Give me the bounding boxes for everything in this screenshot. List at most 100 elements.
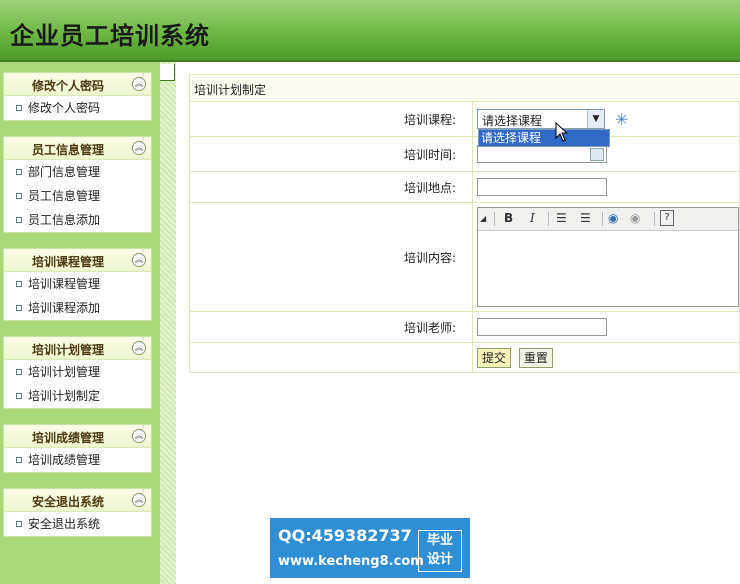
ordered-list-icon[interactable]: ☰ [556, 211, 567, 225]
page-title: 培训计划制定 [194, 83, 267, 97]
watermark-banner: QQ:459382737 www.kecheng8.com 毕业 设计 [270, 518, 470, 578]
course-cell: 请选择课程 ▼ 请选择课程 ✳ [472, 101, 740, 147]
collapse-icon[interactable]: ︽ [132, 493, 146, 507]
collapse-icon[interactable]: ︽ [132, 77, 146, 91]
calendar-icon[interactable] [590, 148, 604, 161]
sidebar-item-course-manage[interactable]: 培训课程管理 [4, 272, 151, 296]
panel-header[interactable]: 培训课程管理 ︽ [4, 249, 151, 272]
chevron-down-icon[interactable]: ▼ [587, 110, 604, 128]
sidebar-item-logout[interactable]: 安全退出系统 [4, 512, 151, 536]
bullet-icon [16, 305, 22, 311]
editor-toolbar: ◢ B I ☰ ☰ ◉ ◉ ? [478, 208, 738, 231]
toolbar-separator [602, 212, 603, 226]
panel-title: 培训计划管理 [31, 343, 104, 357]
sidebar-item-label: 培训计划制定 [28, 389, 101, 403]
insert-link-icon[interactable]: ◉ [608, 211, 618, 225]
content-editor[interactable]: ◢ B I ☰ ☰ ◉ ◉ ? [477, 207, 739, 307]
help-icon[interactable]: ? [660, 210, 674, 226]
sidebar-item-label: 培训成绩管理 [28, 453, 101, 467]
teacher-label: 培训老师: [189, 311, 473, 343]
mouse-cursor-icon [555, 122, 569, 142]
sidebar-panel-courses: 培训课程管理 ︽ 培训课程管理 培训课程添加 [3, 248, 152, 321]
course-label: 培训课程: [189, 101, 473, 137]
italic-icon[interactable]: I [530, 211, 535, 225]
sidebar-item-label: 员工信息添加 [28, 213, 101, 227]
form-row-time: 培训时间: [189, 136, 740, 172]
bullet-icon [16, 105, 22, 111]
time-label: 培训时间: [189, 136, 473, 172]
sidebar-item-plan-create[interactable]: 培训计划制定 [4, 384, 151, 408]
bullet-icon [16, 217, 22, 223]
reset-button[interactable]: 重置 [518, 347, 553, 368]
editor-body[interactable] [478, 231, 738, 239]
sidebar-item-employee-manage[interactable]: 员工信息管理 [4, 184, 151, 208]
teacher-cell [472, 311, 740, 343]
content-cell: ◢ B I ☰ ☰ ◉ ◉ ? [472, 202, 740, 312]
sidebar-item-score-manage[interactable]: 培训成绩管理 [4, 448, 151, 472]
form-row-actions: 提交 重置 [189, 342, 740, 373]
sidebar-splitter[interactable] [160, 62, 176, 584]
time-field[interactable] [477, 145, 607, 163]
bullet-icon [16, 281, 22, 287]
sidebar-item-label: 安全退出系统 [28, 517, 101, 531]
submit-button[interactable]: 提交 [477, 347, 512, 368]
form-row-course: 培训课程: 请选择课程 ▼ 请选择课程 ✳ [189, 101, 740, 147]
panel-header[interactable]: 修改个人密码 ︽ [4, 73, 151, 96]
sidebar-panel-logout: 安全退出系统 ︽ 安全退出系统 [3, 488, 152, 537]
sidebar-item-course-add[interactable]: 培训课程添加 [4, 296, 151, 320]
actions-label-cell [189, 342, 473, 373]
sidebar-panel-password: 修改个人密码 ︽ 修改个人密码 [3, 72, 152, 121]
toolbar-expand-icon[interactable]: ◢ [480, 214, 486, 223]
sidebar-item-label: 培训课程管理 [28, 277, 101, 291]
place-field[interactable] [477, 178, 607, 196]
unordered-list-icon[interactable]: ☰ [580, 211, 591, 225]
watermark-badge: 毕业 设计 [418, 530, 462, 572]
sidebar-item-label: 培训课程添加 [28, 301, 101, 315]
sidebar-item-change-password[interactable]: 修改个人密码 [4, 96, 151, 120]
panel-header[interactable]: 员工信息管理 ︽ [4, 137, 151, 160]
badge-line-2: 设计 [426, 552, 453, 567]
bold-icon[interactable]: B [504, 211, 513, 225]
toolbar-separator [494, 212, 495, 226]
sidebar-item-plan-manage[interactable]: 培训计划管理 [4, 360, 151, 384]
panel-title: 培训课程管理 [31, 255, 104, 269]
content-label: 培训内容: [189, 202, 473, 312]
sidebar-item-label: 培训计划管理 [28, 365, 101, 379]
form-row-teacher: 培训老师: [189, 311, 740, 343]
toolbar-separator [548, 212, 549, 226]
badge-line-1: 毕业 [426, 533, 453, 548]
course-select[interactable]: 请选择课程 ▼ [477, 109, 605, 129]
collapse-icon[interactable]: ︽ [132, 141, 146, 155]
place-cell [472, 171, 740, 203]
sidebar-item-label: 修改个人密码 [28, 101, 101, 115]
bullet-icon [16, 169, 22, 175]
panel-header[interactable]: 培训计划管理 ︽ [4, 337, 151, 360]
course-dropdown-option[interactable]: 请选择课程 [478, 129, 610, 147]
collapse-icon[interactable]: ︽ [132, 429, 146, 443]
toolbar-separator [654, 212, 655, 226]
breadcrumb: 培训计划制定 [189, 74, 740, 102]
watermark-qq: QQ:459382737 [278, 526, 412, 545]
sidebar-panel-scores: 培训成绩管理 ︽ 培训成绩管理 [3, 424, 152, 473]
panel-title: 修改个人密码 [31, 79, 104, 93]
splitter-corner [160, 64, 175, 81]
loading-spinner-icon: ✳ [615, 110, 629, 129]
collapse-icon[interactable]: ︽ [132, 253, 146, 267]
sidebar-item-label: 部门信息管理 [28, 165, 101, 179]
form-row-place: 培训地点: [189, 171, 740, 203]
teacher-field[interactable] [477, 318, 607, 336]
remove-link-icon[interactable]: ◉ [630, 211, 640, 225]
course-select-value: 请选择课程 [482, 114, 543, 128]
collapse-icon[interactable]: ︽ [132, 341, 146, 355]
bullet-icon [16, 369, 22, 375]
app-title: 企业员工培训系统 [10, 21, 210, 50]
bullet-icon [16, 457, 22, 463]
sidebar-item-employee-add[interactable]: 员工信息添加 [4, 208, 151, 232]
form-row-content: 培训内容: ◢ B I ☰ ☰ ◉ ◉ ? [189, 202, 740, 312]
place-label: 培训地点: [189, 171, 473, 203]
panel-header[interactable]: 培训成绩管理 ︽ [4, 425, 151, 448]
panel-title: 培训成绩管理 [31, 431, 104, 445]
sidebar-item-departments[interactable]: 部门信息管理 [4, 160, 151, 184]
bullet-icon [16, 193, 22, 199]
panel-header[interactable]: 安全退出系统 ︽ [4, 489, 151, 512]
